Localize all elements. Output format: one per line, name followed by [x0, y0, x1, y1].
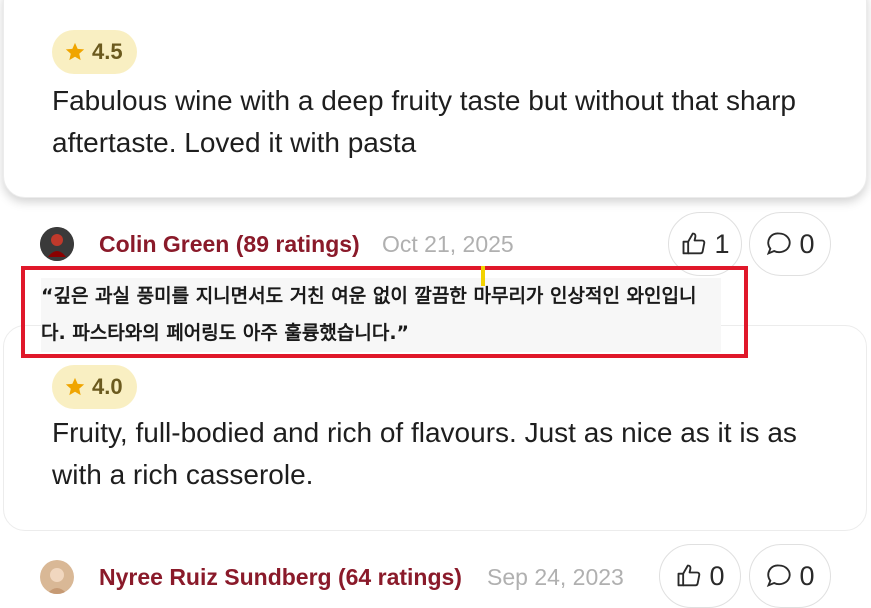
review-card: 4.5 Fabulous wine with a deep fruity tas…: [3, 0, 867, 198]
rating-value: 4.0: [92, 374, 123, 399]
comment-author[interactable]: Nyree Ruiz Sundberg (64 ratings): [99, 564, 462, 591]
text-caret: [481, 266, 485, 286]
comment-date: Oct 21, 2025: [382, 231, 514, 257]
avatar[interactable]: [40, 560, 74, 594]
comment-date: Sep 24, 2023: [487, 564, 624, 590]
like-count: 0: [709, 560, 725, 591]
review-text: Fabulous wine with a deep fruity taste b…: [52, 85, 796, 158]
thumbs-up-icon: [678, 564, 701, 587]
star-icon: [65, 377, 85, 396]
comment-author[interactable]: Colin Green (89 ratings): [99, 231, 360, 258]
like-button[interactable]: 0: [659, 544, 741, 608]
reply-button[interactable]: 0: [749, 212, 831, 276]
star-icon: [65, 42, 85, 61]
review-text: Fruity, full-bodied and rich of flavours…: [52, 417, 797, 490]
rating-badge: 4.0: [52, 365, 137, 409]
thumbs-up-icon: [683, 232, 706, 255]
comment-icon: [767, 232, 792, 256]
reply-button[interactable]: 0: [749, 544, 831, 608]
translation-box: “깊은 과실 풍미를 지니면서도 거친 여운 없이 깔끔한 마무리가 인상적인 …: [21, 266, 748, 358]
reply-count: 0: [799, 228, 815, 259]
translation-text: “깊은 과실 풍미를 지니면서도 거친 여운 없이 깔끔한 마무리가 인상적인 …: [41, 278, 721, 352]
rating-value: 4.5: [92, 39, 123, 64]
rating-badge: 4.5: [52, 30, 137, 74]
like-count: 1: [714, 228, 730, 259]
avatar[interactable]: [40, 227, 74, 261]
reply-count: 0: [799, 560, 815, 591]
comment-icon: [767, 564, 792, 588]
